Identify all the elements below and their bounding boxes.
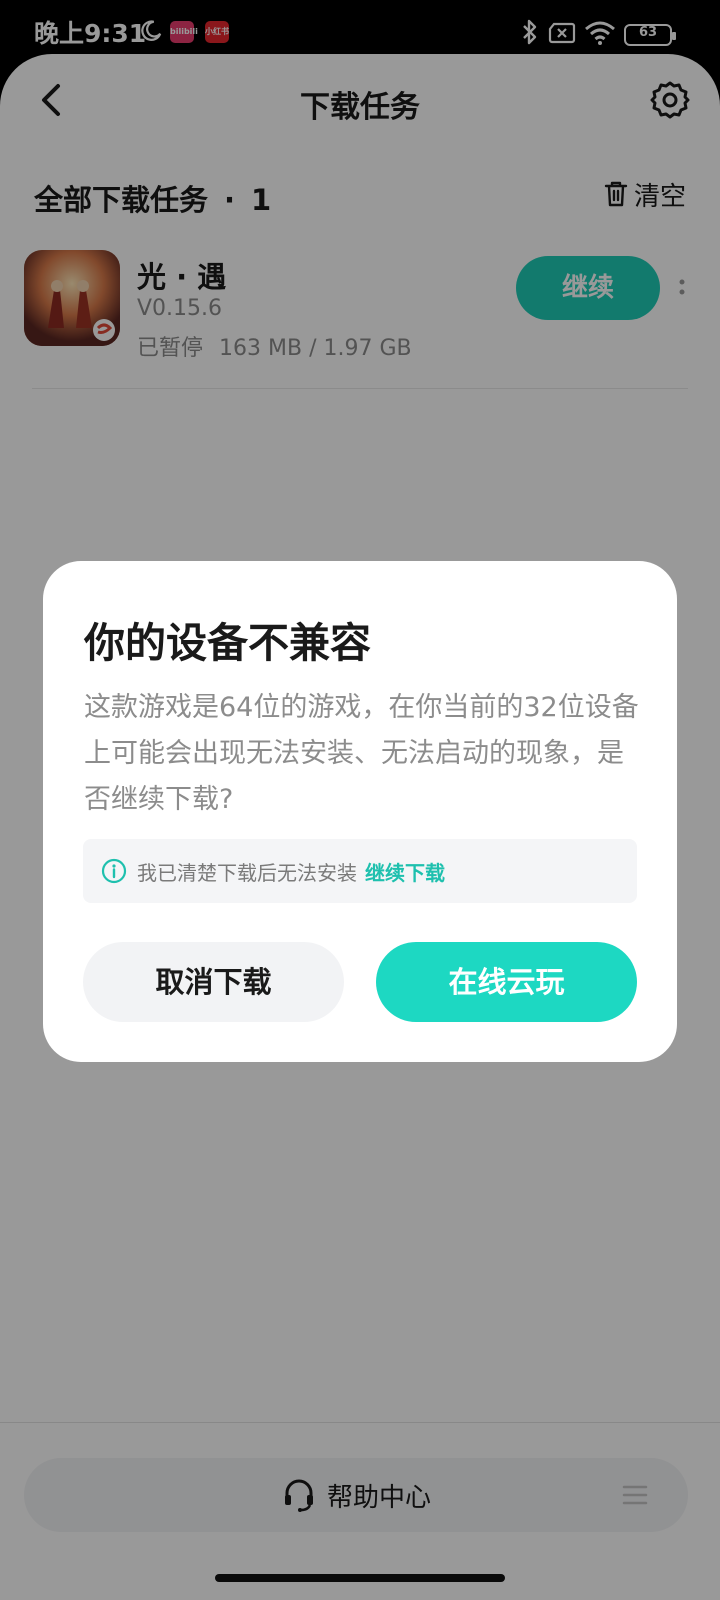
continue-download-link[interactable]: 继续下载: [365, 857, 445, 886]
acknowledge-note: 我已清楚下载后无法安装 继续下载: [83, 839, 637, 903]
info-icon: [101, 858, 127, 884]
incompatible-device-dialog: 你的设备不兼容 这款游戏是64位的游戏，在你当前的32位设备上可能会出现无法安装…: [43, 561, 677, 1062]
dialog-title: 你的设备不兼容: [84, 619, 371, 667]
cloud-play-button[interactable]: 在线云玩: [376, 942, 637, 1022]
cancel-download-button[interactable]: 取消下载: [83, 942, 344, 1022]
note-text: 我已清楚下载后无法安装: [137, 860, 357, 885]
dialog-message: 这款游戏是64位的游戏，在你当前的32位设备上可能会出现无法安装、无法启动的现象…: [84, 692, 639, 815]
